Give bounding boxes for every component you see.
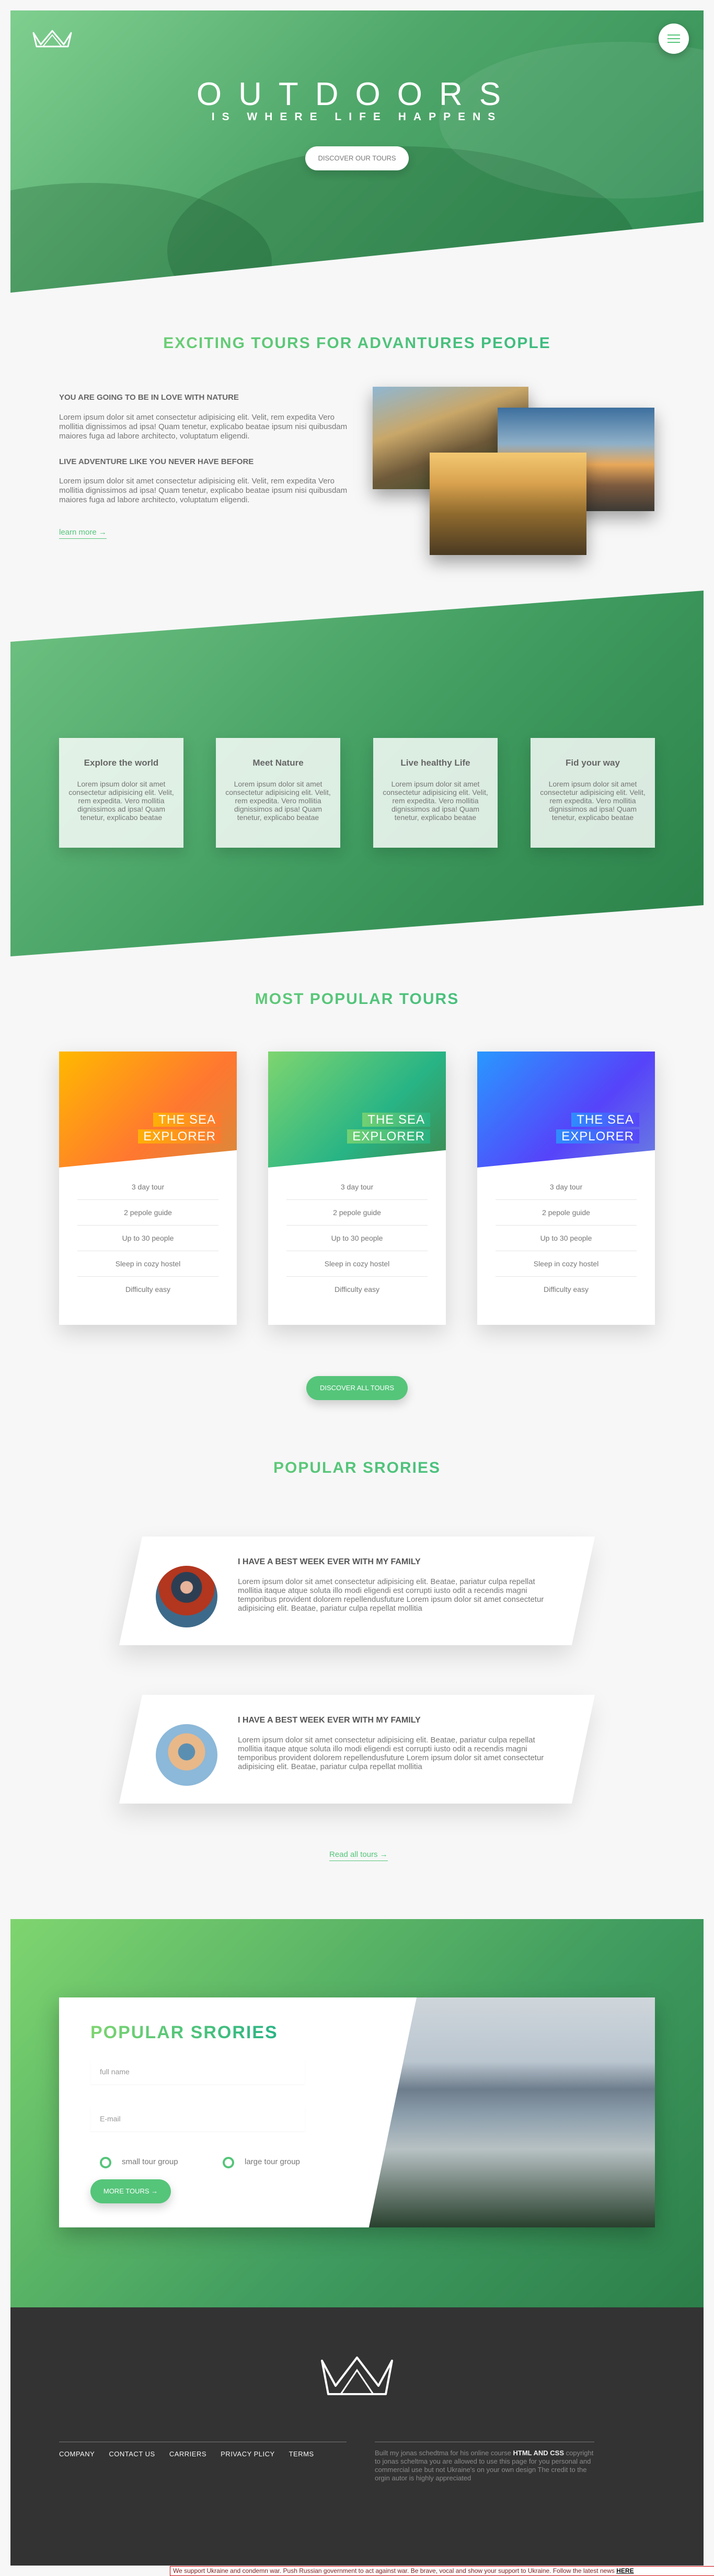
tour-details-list: 3 day tour 2 pepole guide Up to 30 peopl… bbox=[77, 1174, 218, 1302]
email-input[interactable]: E-mail bbox=[90, 2106, 305, 2131]
feature-title: Explore the world bbox=[84, 758, 159, 768]
tour-detail: Difficulty easy bbox=[125, 1285, 171, 1293]
footer-link-company[interactable]: COMPANY bbox=[59, 2450, 95, 2458]
menu-line-icon bbox=[667, 42, 680, 43]
footer-link-privacy[interactable]: PRIVACY PLICY bbox=[221, 2450, 275, 2458]
tour-detail: Sleep in cozy hostel bbox=[496, 1251, 637, 1277]
booking-heading: POPULAR SRORIES bbox=[90, 2023, 278, 2042]
banner-link[interactable]: HERE bbox=[616, 2567, 634, 2574]
small-group-radio[interactable] bbox=[100, 2157, 111, 2168]
feature-box: Fid your way Lorem ipsum dolor sit amet … bbox=[531, 738, 655, 848]
story-avatar bbox=[156, 1566, 217, 1627]
course-link[interactable]: HTML AND CSS bbox=[513, 2449, 564, 2457]
feature-box: Explore the world Lorem ipsum dolor sit … bbox=[59, 738, 183, 848]
story-card: I HAVE A BEST WEEK EVER WITH MY FAMILY L… bbox=[119, 1695, 595, 1804]
footer-copyright: Built my jonas schedtma for his online c… bbox=[375, 2449, 594, 2482]
tour-detail: 3 day tour bbox=[496, 1174, 637, 1200]
discover-all-tours-button[interactable]: DISCOVER ALL TOURS bbox=[306, 1376, 408, 1400]
tour-detail: Sleep in cozy hostel bbox=[286, 1251, 428, 1277]
tour-card-image bbox=[477, 1052, 655, 1168]
footer-link-terms[interactable]: TERMS bbox=[289, 2450, 314, 2458]
footer bbox=[10, 2307, 704, 2566]
menu-line-icon bbox=[667, 38, 680, 39]
tour-card-image bbox=[268, 1052, 446, 1168]
feature-title: Meet Nature bbox=[252, 758, 304, 768]
tour-detail: 3 day tour bbox=[286, 1174, 428, 1200]
more-tours-button[interactable]: MORE TOURS → bbox=[90, 2179, 171, 2203]
read-all-tours-link[interactable]: Read all tours → bbox=[329, 1850, 388, 1861]
discover-tours-button[interactable]: DISCOVER OUR TOURS bbox=[305, 146, 409, 170]
stories-heading: POPULAR SRORIES bbox=[0, 1459, 714, 1477]
feature-text: Lorem ipsum dolor sit amet consectetur a… bbox=[225, 780, 331, 822]
tour-card[interactable]: THE SEA EXPLORER 3 day tour 2 pepole guid… bbox=[59, 1052, 237, 1325]
crown-logo-icon[interactable] bbox=[31, 29, 73, 50]
feature-text: Lorem ipsum dolor sit amet consectetur a… bbox=[540, 780, 646, 822]
small-group-label: small tour group bbox=[122, 2157, 178, 2166]
tour-detail: Up to 30 people bbox=[77, 1226, 218, 1251]
about-block-title: YOU ARE GOING TO BE IN LOVE WITH NATURE bbox=[59, 393, 239, 402]
tour-detail: Difficulty easy bbox=[334, 1285, 380, 1293]
tour-detail: Difficulty easy bbox=[543, 1285, 589, 1293]
tour-details-list: 3 day tour 2 pepole guide Up to 30 peopl… bbox=[286, 1174, 428, 1302]
about-photo[interactable] bbox=[430, 453, 586, 555]
about-block-title: LIVE ADVENTURE LIKE YOU NEVER HAVE BEFOR… bbox=[59, 457, 254, 466]
tour-card-title: THE SEA EXPLORER bbox=[341, 1112, 430, 1145]
footer-nav: COMPANY CONTACT US CARRIERS PRIVACY PLIC… bbox=[59, 2450, 326, 2458]
tour-detail: 2 pepole guide bbox=[77, 1200, 218, 1226]
tour-card-title: THE SEA EXPLORER bbox=[550, 1112, 639, 1145]
tour-detail: Up to 30 people bbox=[286, 1226, 428, 1251]
support-banner: We support Ukraine and condemn war. Push… bbox=[170, 2566, 714, 2576]
footer-link-carriers[interactable]: CARRIERS bbox=[169, 2450, 206, 2458]
feature-box: Live healthy Life Lorem ipsum dolor sit … bbox=[373, 738, 498, 848]
hero-title: OUTDOORS bbox=[196, 76, 518, 112]
large-group-radio[interactable] bbox=[223, 2157, 234, 2168]
tour-detail: 2 pepole guide bbox=[496, 1200, 637, 1226]
large-group-label: large tour group bbox=[245, 2157, 300, 2166]
feature-title: Fid your way bbox=[566, 758, 620, 768]
story-card: I HAVE A BEST WEEK EVER WITH MY FAMILY L… bbox=[119, 1537, 595, 1645]
booking-form: POPULAR SRORIES full name E-mail small t… bbox=[59, 1997, 655, 2227]
about-block-text: Lorem ipsum dolor sit amet consectetur a… bbox=[59, 413, 348, 441]
tour-card[interactable]: THE SEA EXPLORER 3 day tour 2 pepole guid… bbox=[268, 1052, 446, 1325]
about-heading: EXCITING TOURS FOR ADVANTURES PEOPLE bbox=[0, 334, 714, 352]
full-name-input[interactable]: full name bbox=[90, 2059, 305, 2084]
footer-link-contact[interactable]: CONTACT US bbox=[109, 2450, 155, 2458]
story-text: Lorem ipsum dolor sit amet consectetur a… bbox=[238, 1577, 544, 1613]
crown-logo-icon bbox=[321, 2356, 393, 2395]
menu-button[interactable] bbox=[659, 24, 689, 54]
story-avatar bbox=[156, 1724, 217, 1786]
tours-heading: MOST POPULAR TOURS bbox=[0, 990, 714, 1008]
tour-details-list: 3 day tour 2 pepole guide Up to 30 peopl… bbox=[496, 1174, 637, 1302]
tour-card-title: THE SEA EXPLORER bbox=[132, 1112, 221, 1145]
feature-text: Lorem ipsum dolor sit amet consectetur a… bbox=[383, 780, 488, 822]
about-block-text: Lorem ipsum dolor sit amet consectetur a… bbox=[59, 477, 348, 504]
feature-box: Meet Nature Lorem ipsum dolor sit amet c… bbox=[216, 738, 340, 848]
tour-detail: Up to 30 people bbox=[496, 1226, 637, 1251]
tour-detail: Sleep in cozy hostel bbox=[77, 1251, 218, 1277]
page: OUTDOORS IS WHERE LIFE HAPPENS DISCOVER … bbox=[0, 0, 714, 2576]
tour-card-image bbox=[59, 1052, 237, 1168]
menu-line-icon bbox=[667, 34, 680, 36]
story-title: I HAVE A BEST WEEK EVER WITH MY FAMILY bbox=[238, 1557, 421, 1566]
feature-title: Live healthy Life bbox=[400, 758, 470, 768]
tour-card[interactable]: THE SEA EXPLORER 3 day tour 2 pepole guid… bbox=[477, 1052, 655, 1325]
tour-detail: 3 day tour bbox=[77, 1174, 218, 1200]
tour-detail: 2 pepole guide bbox=[286, 1200, 428, 1226]
learn-more-link[interactable]: learn more → bbox=[59, 528, 107, 539]
story-text: Lorem ipsum dolor sit amet consectetur a… bbox=[238, 1736, 544, 1771]
feature-text: Lorem ipsum dolor sit amet consectetur a… bbox=[68, 780, 174, 822]
hero-subtitle: IS WHERE LIFE HAPPENS bbox=[211, 111, 503, 123]
story-title: I HAVE A BEST WEEK EVER WITH MY FAMILY bbox=[238, 1716, 421, 1725]
